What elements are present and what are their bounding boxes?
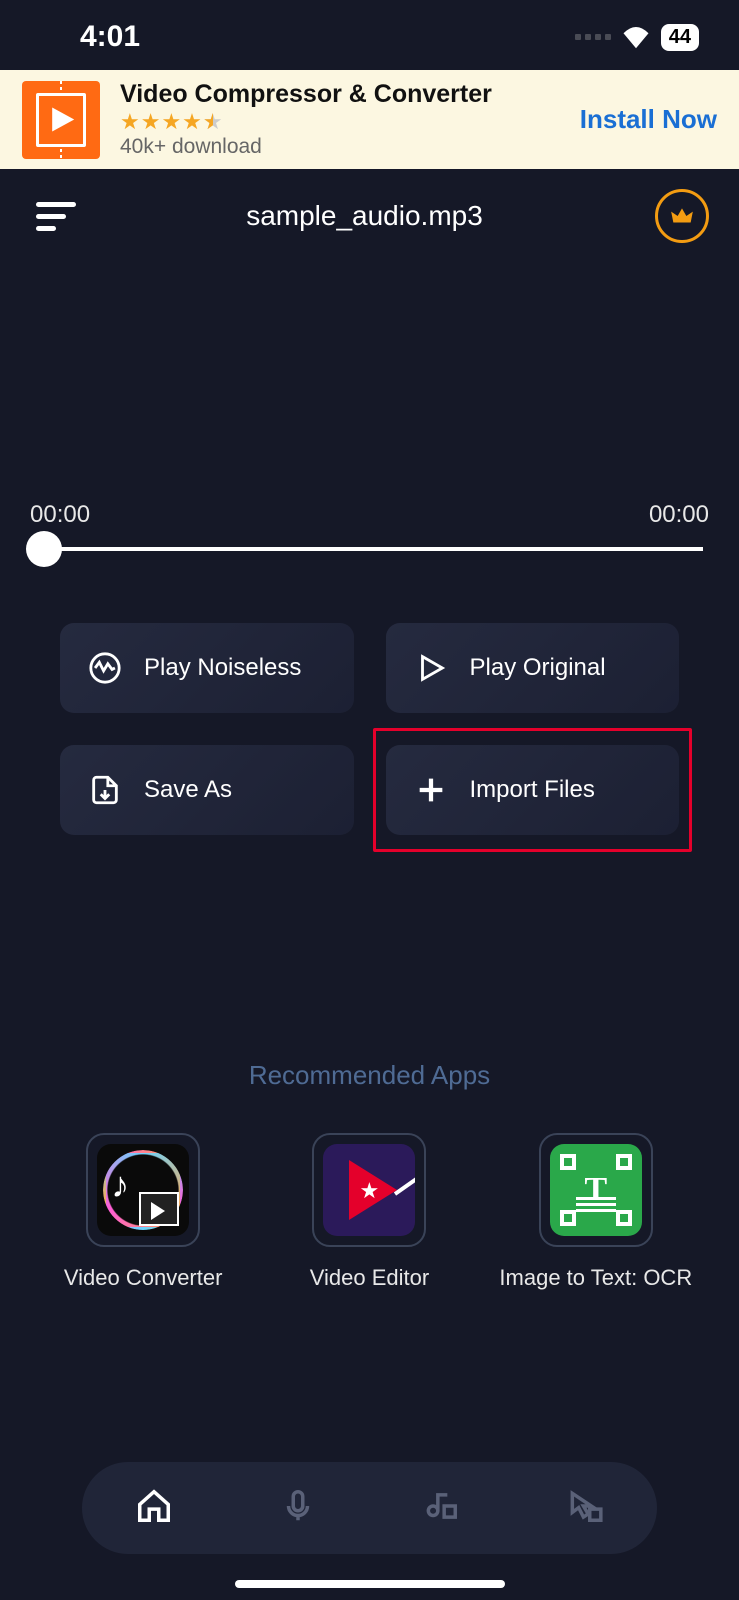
action-buttons: Play Noiseless Play Original Save As Imp… bbox=[0, 623, 739, 835]
plus-icon bbox=[414, 773, 448, 807]
video-converter-icon: ♪ bbox=[97, 1144, 189, 1236]
recommended-app-video-converter[interactable]: ♪ Video Converter bbox=[43, 1133, 243, 1291]
ad-downloads: 40k+ download bbox=[120, 135, 560, 159]
play-icon bbox=[414, 651, 448, 685]
player: 00:00 00:00 bbox=[0, 501, 739, 551]
page-title: sample_audio.mp3 bbox=[246, 200, 483, 232]
time-elapsed: 00:00 bbox=[30, 501, 90, 529]
waveform-icon bbox=[88, 651, 122, 685]
status-bar: 4:01 44 bbox=[0, 0, 739, 70]
home-icon bbox=[135, 1487, 173, 1525]
home-indicator[interactable] bbox=[235, 1580, 505, 1588]
music-folder-icon bbox=[422, 1487, 460, 1525]
progress-slider[interactable] bbox=[36, 547, 703, 551]
cursor-folder-icon bbox=[566, 1487, 604, 1525]
recommended-app-image-to-text[interactable]: T Image to Text: OCR bbox=[496, 1133, 696, 1291]
progress-thumb[interactable] bbox=[26, 531, 62, 567]
nav-music[interactable] bbox=[422, 1487, 460, 1530]
play-noiseless-label: Play Noiseless bbox=[144, 654, 301, 682]
ad-banner[interactable]: Video Compressor & Converter ★★★★★ 40k+ … bbox=[0, 70, 739, 169]
header: sample_audio.mp3 bbox=[0, 169, 739, 251]
ad-title: Video Compressor & Converter bbox=[120, 80, 560, 109]
app-name: Image to Text: OCR bbox=[499, 1265, 692, 1291]
ad-text: Video Compressor & Converter ★★★★★ 40k+ … bbox=[120, 80, 560, 159]
nav-mic[interactable] bbox=[279, 1487, 317, 1530]
save-as-button[interactable]: Save As bbox=[60, 745, 354, 835]
app-name: Video Converter bbox=[64, 1265, 223, 1291]
play-noiseless-button[interactable]: Play Noiseless bbox=[60, 623, 354, 713]
play-original-button[interactable]: Play Original bbox=[386, 623, 680, 713]
save-icon bbox=[88, 773, 122, 807]
recommended-app-video-editor[interactable]: ★ Video Editor bbox=[269, 1133, 469, 1291]
save-as-label: Save As bbox=[144, 776, 232, 804]
ad-app-icon bbox=[22, 81, 100, 159]
play-original-label: Play Original bbox=[470, 654, 606, 682]
ocr-icon: T bbox=[550, 1144, 642, 1236]
nav-click[interactable] bbox=[566, 1487, 604, 1530]
wifi-icon bbox=[621, 25, 651, 49]
time-total: 00:00 bbox=[649, 501, 709, 529]
import-files-label: Import Files bbox=[470, 776, 595, 804]
app-name: Video Editor bbox=[310, 1265, 429, 1291]
status-right: 44 bbox=[575, 24, 699, 51]
status-time: 4:01 bbox=[80, 20, 140, 54]
import-files-highlight: Import Files bbox=[373, 728, 693, 852]
menu-icon[interactable] bbox=[30, 198, 74, 234]
import-files-button[interactable]: Import Files bbox=[386, 745, 680, 835]
star-rating-icon: ★★★★★ bbox=[120, 111, 560, 133]
battery-level: 44 bbox=[661, 24, 699, 51]
mic-icon bbox=[279, 1487, 317, 1525]
status-dots-icon bbox=[575, 34, 611, 40]
nav-home[interactable] bbox=[135, 1487, 173, 1530]
recommended-section: Recommended Apps ♪ Video Converter ★ Vid… bbox=[0, 1060, 739, 1291]
recommended-title: Recommended Apps bbox=[0, 1060, 739, 1091]
video-editor-icon: ★ bbox=[323, 1144, 415, 1236]
install-now-link[interactable]: Install Now bbox=[580, 104, 717, 135]
premium-crown-icon[interactable] bbox=[655, 189, 709, 243]
bottom-nav bbox=[82, 1462, 657, 1554]
